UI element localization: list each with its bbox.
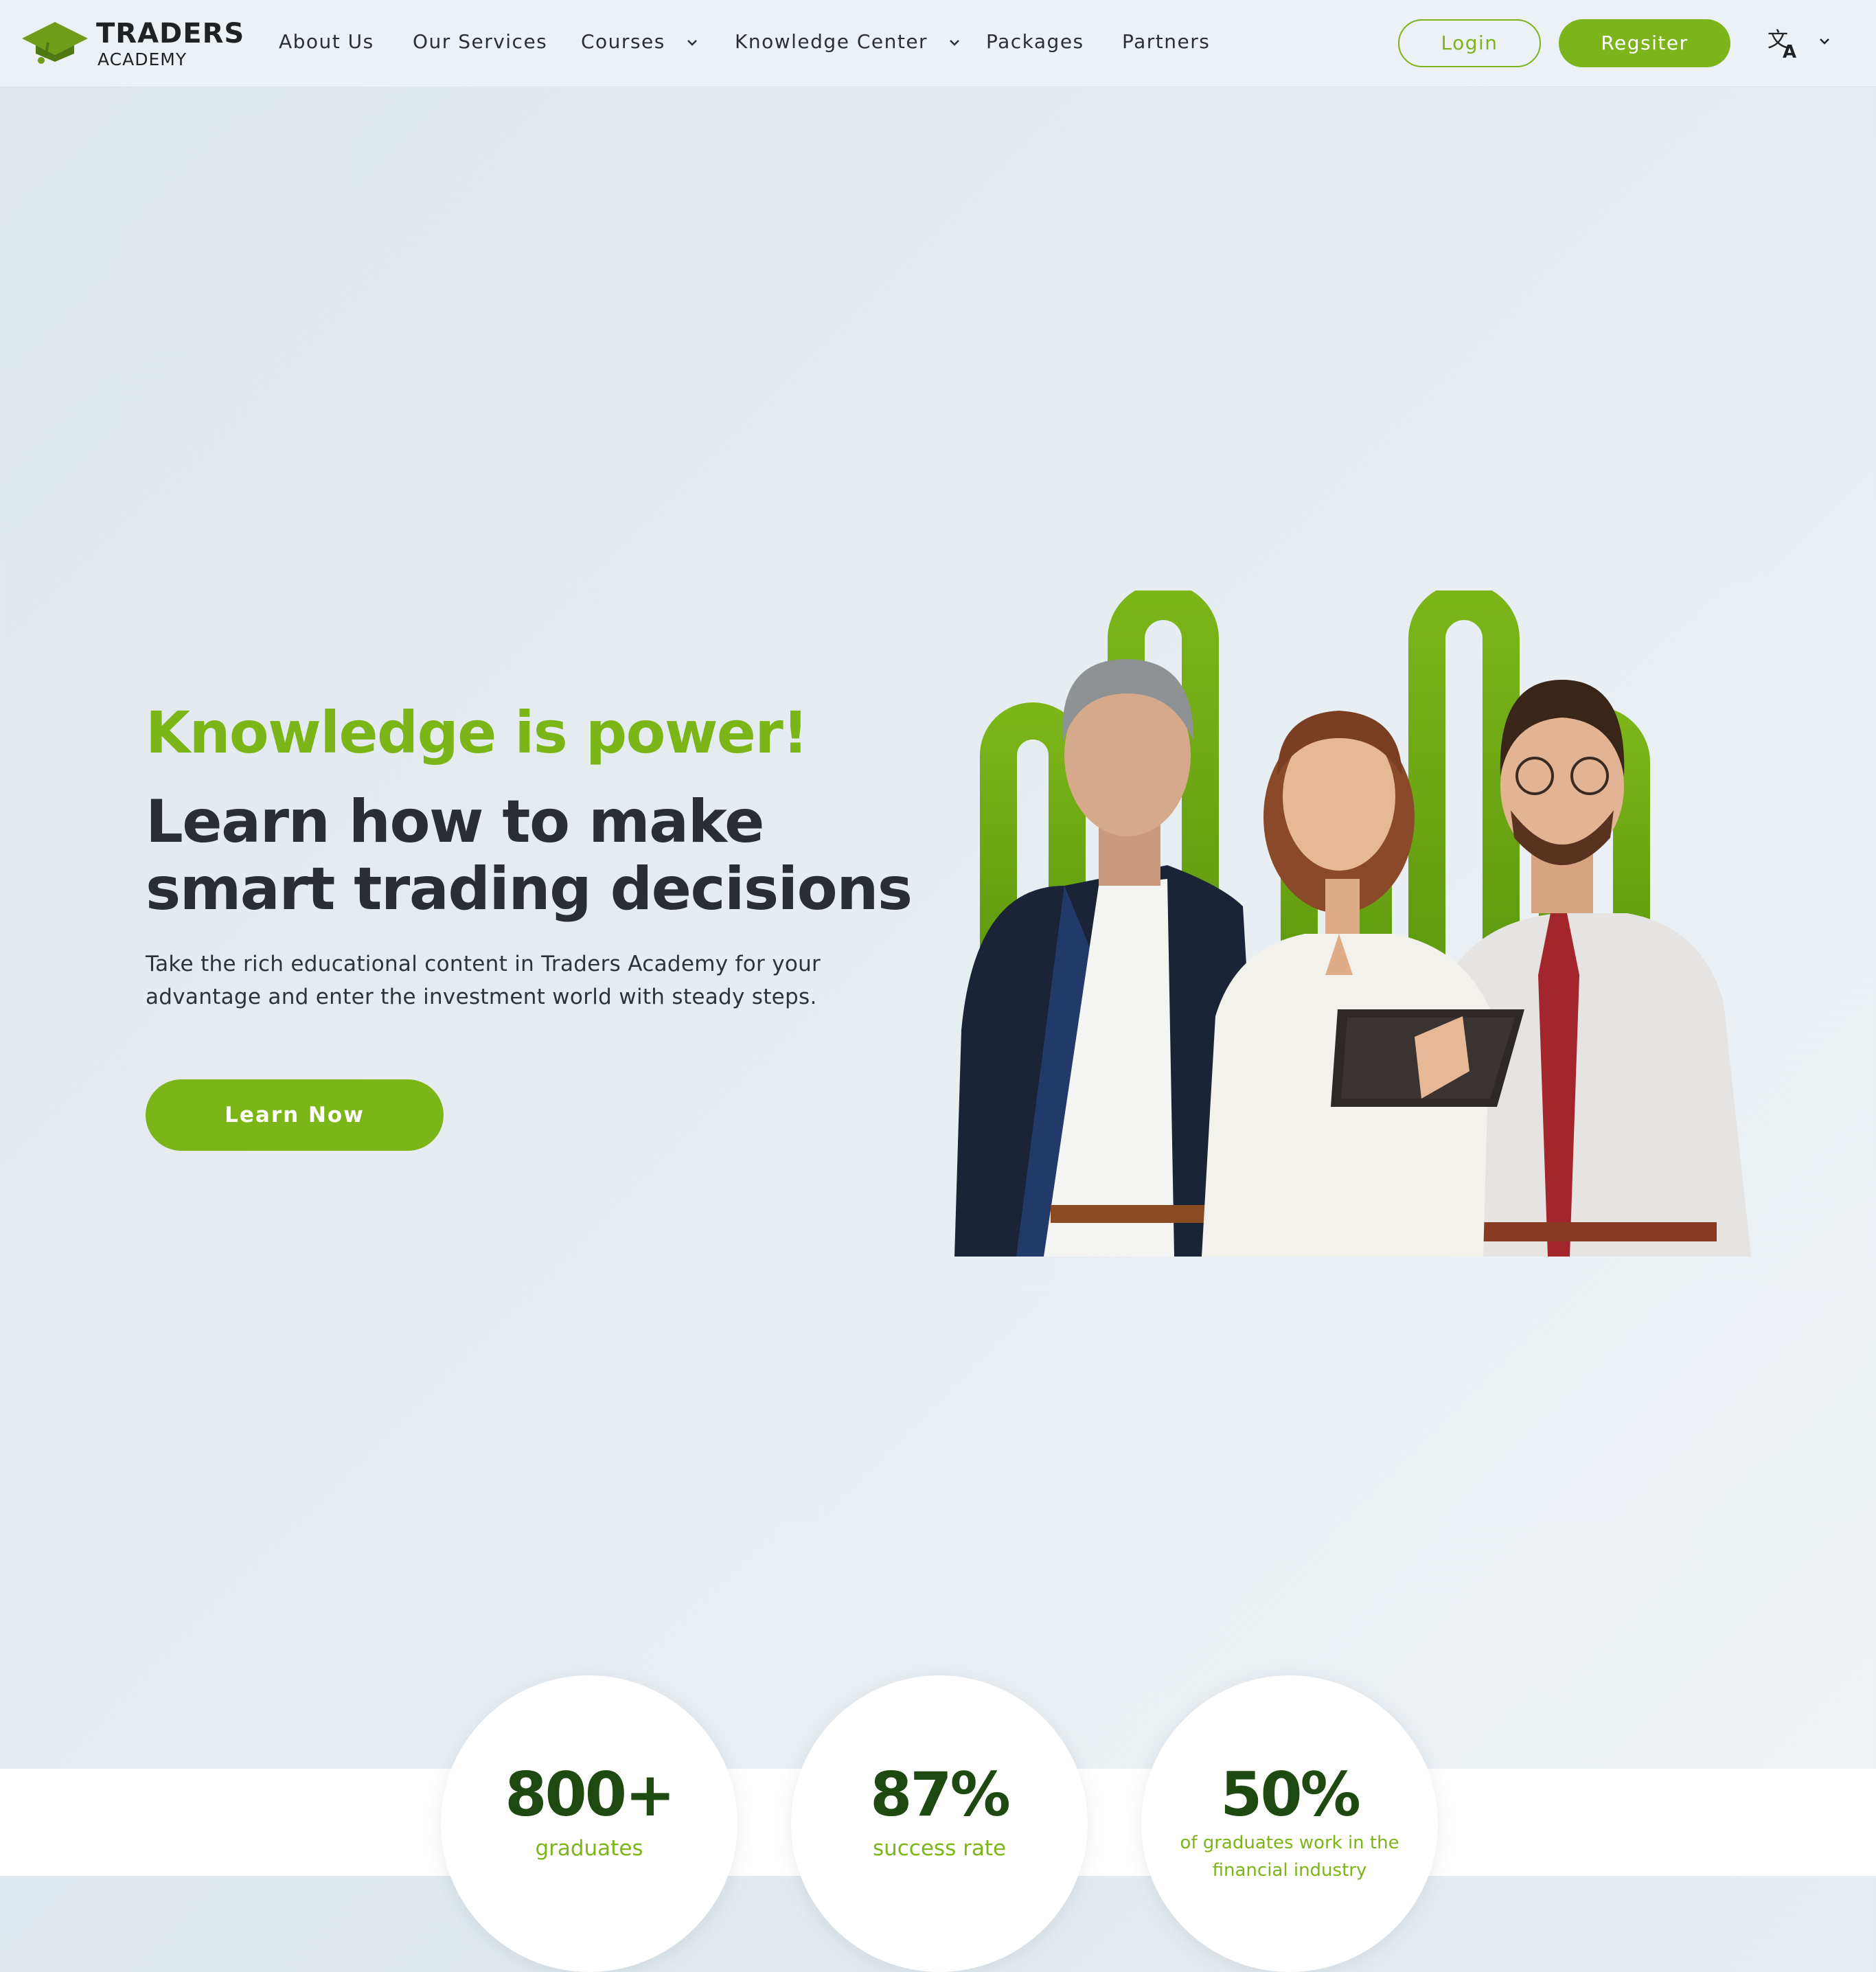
graduation-cap-icon (22, 22, 88, 64)
brand-name: TRADERS (96, 18, 245, 49)
stat-label: of graduates work in the financial indus… (1180, 1833, 1399, 1881)
login-button[interactable]: Login (1398, 19, 1541, 67)
traders-academy-logo[interactable]: TRADERS ACADEMY (21, 18, 244, 70)
svg-text:A: A (1783, 42, 1796, 60)
stat-label: success rate (872, 1836, 1007, 1861)
learn-now-button[interactable]: Learn Now (146, 1079, 444, 1151)
chevron-down-icon (950, 40, 960, 46)
stat-value: 50% (1220, 1759, 1361, 1830)
nav-item-label: Our Services (413, 30, 548, 53)
language-selector[interactable]: 文 A (1768, 26, 1836, 62)
nav-item-label: Partners (1122, 30, 1211, 53)
stat-label: graduates (535, 1836, 643, 1861)
nav-item-courses[interactable]: Courses (581, 30, 698, 53)
stat-value: 800+ (505, 1759, 675, 1830)
nav-item-partners[interactable]: Partners (1122, 30, 1210, 53)
nav-item-knowledge-center[interactable]: Knowledge Center (735, 30, 961, 53)
stat-card-success-rate: 87% success rate (791, 1675, 1088, 1972)
stat-card-industry: 50% of graduates work in the financial i… (1141, 1675, 1438, 1972)
stat-card-graduates: 800+ graduates (441, 1675, 737, 1972)
top-navbar: TRADERS ACADEMY About Us Our Services Co… (0, 0, 1876, 87)
stat-value: 87% (870, 1759, 1011, 1830)
hero-title: Learn how to make smart trading decision… (146, 788, 913, 924)
hero-description: Take the rich educational content in Tra… (146, 952, 821, 1009)
nav-item-label: About Us (279, 30, 374, 53)
nav-item-our-services[interactable]: Our Services (413, 30, 547, 53)
hero-kicker: Knowledge is power! (146, 699, 809, 766)
nav-item-label: Packages (986, 30, 1084, 53)
brand-subname: ACADEMY (98, 49, 187, 69)
translate-icon: 文 A (1768, 28, 1796, 62)
nav-item-about-us[interactable]: About Us (279, 30, 374, 53)
hero-image (954, 591, 1751, 1257)
nav-item-packages[interactable]: Packages (986, 30, 1084, 53)
register-button[interactable]: Regsiter (1559, 19, 1730, 67)
chevron-down-icon (687, 40, 698, 46)
nav-item-label: Courses (581, 30, 665, 53)
chevron-down-icon (1820, 38, 1829, 45)
nav-item-label: Knowledge Center (735, 30, 928, 53)
